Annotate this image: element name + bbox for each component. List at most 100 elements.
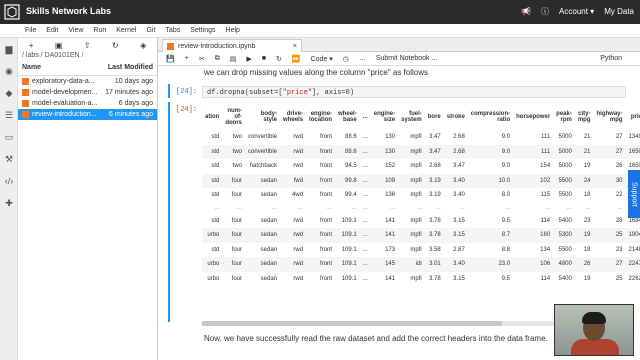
support-tab[interactable]: Support [628,170,640,218]
table-cell: mpfi [410,217,422,224]
table-cell: 88.6 [345,134,357,141]
table-cell: 3.78 [429,217,441,224]
table-cell: 18 [583,246,591,253]
clock-icon[interactable]: ◷ [343,55,349,63]
table-cell: ... [362,246,368,253]
file-item[interactable]: model-evaluation-a... 6 days ago [18,98,157,109]
menu-tabs[interactable]: Tabs [160,24,185,37]
table-cell: mpfi [410,192,422,199]
git-icon[interactable]: ◆ [0,82,18,104]
save-icon[interactable]: 💾 [166,55,175,63]
table-cell: 21485 [628,246,640,253]
copy-icon[interactable]: ⧉ [215,55,220,63]
tab-notebook[interactable]: review-introduction.ipynb × [162,39,302,52]
my-data-link[interactable]: My Data [604,7,634,16]
notebook-icon [22,100,29,107]
restart-icon[interactable]: ↻ [276,55,282,63]
table-cell: sedan [245,228,281,243]
table-cell: urbo [202,257,223,272]
table-cell: 9.5 [501,217,511,224]
git-clone-icon[interactable]: ◈ [140,41,146,50]
upload-icon[interactable]: ⇧ [84,41,91,50]
new-launcher-icon[interactable]: + [29,41,34,50]
table-cell: 19 [583,163,591,170]
table-cell: 160 [513,228,554,243]
menu-run[interactable]: Run [88,24,111,37]
table-cell: 3.19 [424,173,444,188]
column-header: price [630,114,640,120]
table-cell: four [231,192,243,199]
close-icon[interactable]: × [293,43,297,50]
account-menu[interactable]: Account ▾ [559,7,594,16]
menu-settings[interactable]: Settings [185,24,220,37]
cut-icon[interactable]: ✂ [199,55,205,63]
table-cell: 5400 [558,217,572,224]
kernel-name[interactable]: Python [600,55,622,62]
name-column-header[interactable]: Name [22,64,41,75]
menu-view[interactable]: View [63,24,88,37]
info-icon[interactable]: ⓘ [541,6,549,17]
file-item[interactable]: model-developmen... 17 minutes ago [18,87,157,98]
paste-icon[interactable]: ▤ [230,55,237,63]
stop-icon[interactable]: ■ [262,55,266,62]
table-cell: front [320,217,333,224]
palette-icon[interactable]: ☰ [0,104,18,126]
code-editor[interactable]: df.dropna(subset=["price"], axis=0) [202,86,626,98]
table-cell: std [211,192,220,199]
column-header: peak-rpm [556,111,572,123]
submit-notebook-button[interactable]: Submit Notebook ... [376,55,437,62]
menu-file[interactable]: File [20,24,41,37]
table-cell: urbo [207,275,220,282]
table-cell: front [306,257,336,272]
fast-forward-icon[interactable]: ⏩ [292,55,301,63]
table-cell: 3.47 [429,134,441,141]
table-cell: 25 [593,228,626,243]
table-cell: std [202,144,223,159]
top-bar: Skills Network Labs 📢 ⓘ Account ▾ My Dat… [0,0,640,24]
code-icon[interactable]: ‹/› [0,170,18,192]
table-cell: 18 [583,192,591,199]
table-cell: sedan [260,275,278,282]
megaphone-icon[interactable]: 📢 [521,7,531,16]
table-cell: 152 [385,163,396,170]
table-cell: mpfi [410,134,422,141]
table-cell: 5500 [553,173,575,188]
extension-icon[interactable]: ✚ [0,192,18,214]
table-cell: std [202,173,223,188]
more-icon[interactable]: … [359,55,366,62]
refresh-icon[interactable]: ↻ [112,41,119,50]
table-cell: 109.1 [341,246,357,253]
running-icon[interactable]: ◉ [0,60,18,82]
menu-git[interactable]: Git [141,24,160,37]
table-cell: ... [351,205,357,211]
table-cell: 111 [513,144,554,159]
table-cell: 134 [540,246,551,253]
table-cell: 3.15 [453,217,465,224]
table-cell: four [222,173,246,188]
build-icon[interactable]: ⚒ [0,148,18,170]
table-cell: 21 [583,134,591,141]
menu-kernel[interactable]: Kernel [111,24,141,37]
new-folder-icon[interactable]: ▣ [55,41,63,50]
menu-edit[interactable]: Edit [41,24,63,37]
insert-cell-icon[interactable]: + [185,55,189,62]
table-cell: 145 [370,257,399,272]
scrollbar-thumb[interactable] [202,321,502,326]
table-row: urbo four sedan rwd front 109.1... 141 mpfi 3.78… [202,272,640,287]
left-sidebar-icons: ▆ ◉ ◆ ☰ ▭ ⚒ ‹/› ✚ [0,38,18,360]
breadcrumb[interactable]: / labs / DA0101EN / [18,52,157,64]
table-cell: 173 [385,246,396,253]
file-item[interactable]: exploratory-data-a... 10 days ago [18,76,157,87]
table-row: urbo four sedan rwd front 109.1... 141 mpfi 3.78… [202,228,640,243]
folder-icon[interactable]: ▆ [0,38,18,60]
file-browser: + ▣ ⇧ ↻ ◈ / labs / DA0101EN / Name Last … [18,38,158,360]
modified-column-header[interactable]: Last Modified [108,64,153,75]
run-icon[interactable]: ▶ [246,55,251,63]
table-cell: mpfi [410,163,422,170]
table-cell: 22 [615,192,623,199]
table-cell: front [306,228,336,243]
file-item-selected[interactable]: review-introduction... 6 minutes ago [18,109,157,120]
tabs-icon[interactable]: ▭ [0,126,18,148]
cell-type-select[interactable]: Code ▾ [311,55,333,63]
menu-help[interactable]: Help [221,24,245,37]
